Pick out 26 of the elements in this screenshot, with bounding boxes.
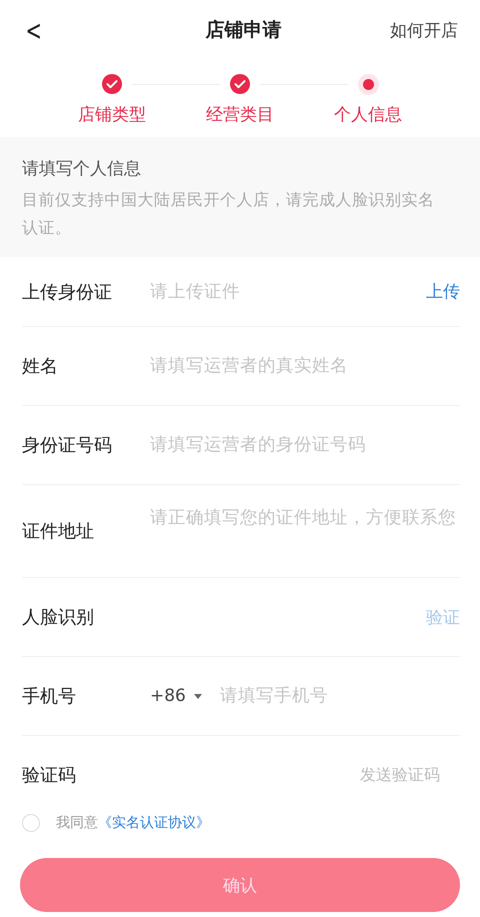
field-label: 姓名	[22, 355, 59, 378]
field-label: 人脸识别	[22, 606, 95, 629]
step-label: 个人信息	[334, 104, 402, 126]
notice-title: 请填写个人信息	[22, 158, 142, 180]
step-label: 店铺类型	[78, 104, 146, 126]
back-button[interactable]: <	[20, 14, 48, 46]
caret-icon	[194, 694, 202, 698]
input-field[interactable]: 请上传证件	[150, 282, 426, 302]
field-label: 上传身份证	[22, 280, 113, 304]
step-label: 经营类目	[206, 104, 274, 126]
field-label: 身份证号码	[22, 434, 113, 457]
input-field[interactable]: 请填写手机号	[220, 686, 460, 706]
input-field[interactable]: 请填写运营者的身份证号码	[150, 435, 460, 455]
agree-checkbox[interactable]	[22, 814, 40, 832]
input-field[interactable]: 请填写运营者的真实姓名	[150, 356, 460, 376]
field-label: 验证码	[22, 764, 77, 787]
country-code-dropdown[interactable]: +86	[150, 686, 202, 706]
page-title: 店铺申请	[206, 18, 282, 43]
notice-text: 目前仅支持中国大陆居民开个人店，请完成人脸识别实名认证。	[22, 189, 436, 239]
how-to-open-link[interactable]: 如何开店	[390, 18, 458, 42]
field-label: 手机号	[22, 685, 77, 708]
action-button[interactable]: 上传	[426, 280, 460, 303]
field-label: 证件地址	[22, 520, 95, 543]
input-field[interactable]: 请正确填写您的证件地址，方便联系您	[150, 505, 456, 557]
agree-text: 我同意	[56, 814, 98, 832]
agreement-link[interactable]: 《实名认证协议》	[98, 814, 210, 832]
